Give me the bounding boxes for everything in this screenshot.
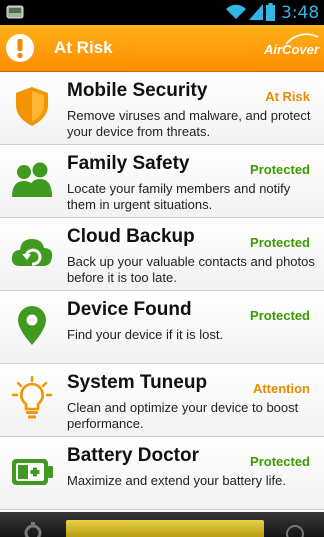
item-title: Cloud Backup <box>67 226 195 247</box>
status-badge: Protected <box>250 235 310 250</box>
list-item-device-found[interactable]: Device Found Find your device if it is l… <box>0 291 324 364</box>
item-description: Back up your valuable contacts and photo… <box>67 254 315 285</box>
status-time: 3:48 <box>281 3 320 23</box>
brand-logo: AirCover <box>264 42 319 57</box>
status-badge: Protected <box>250 162 310 177</box>
status-badge: At Risk <box>265 89 310 104</box>
item-title: System Tuneup <box>67 372 208 393</box>
item-description: Clean and optimize your device to boost … <box>67 400 299 431</box>
help-icon[interactable] <box>284 522 306 537</box>
list-item-cloud-backup[interactable]: Cloud Backup Back up your valuable conta… <box>0 218 324 291</box>
bottom-tab-highlight[interactable] <box>66 520 264 537</box>
location-pin-icon <box>18 306 46 345</box>
lightbulb-icon <box>11 376 53 419</box>
family-icon <box>12 162 52 197</box>
list-item-battery-doctor[interactable]: Battery Doctor Maximize and extend your … <box>0 437 324 510</box>
gear-icon[interactable] <box>22 522 44 537</box>
battery-icon <box>266 3 275 21</box>
list-item-mobile-security[interactable]: Mobile Security Remove viruses and malwa… <box>0 72 324 145</box>
item-title: Mobile Security <box>67 80 208 101</box>
battery-doctor-icon <box>12 459 53 485</box>
item-description: Find your device if it is lost. <box>67 327 224 342</box>
item-title: Battery Doctor <box>67 445 199 466</box>
notification-app-icon <box>6 5 24 19</box>
item-title: Family Safety <box>67 153 190 174</box>
cloud-backup-icon <box>11 239 53 266</box>
status-badge: Protected <box>250 308 310 323</box>
item-title: Device Found <box>67 299 192 320</box>
list-item-system-tuneup[interactable]: System Tuneup Clean and optimize your de… <box>0 364 324 437</box>
page-title: At Risk <box>54 38 113 57</box>
bottom-toolbar <box>0 512 324 537</box>
status-bar: 3:48 <box>0 0 324 25</box>
signal-icon <box>249 4 263 20</box>
item-description: Remove viruses and malware, and protect … <box>67 108 311 139</box>
feature-list: Mobile Security Remove viruses and malwa… <box>0 72 324 512</box>
status-badge: Protected <box>250 454 310 469</box>
item-description: Maximize and extend your battery life. <box>67 473 286 488</box>
shield-icon <box>16 87 48 126</box>
warning-exclamation-icon[interactable] <box>5 33 35 63</box>
item-description: Locate your family members and notify th… <box>67 181 291 212</box>
list-item-family-safety[interactable]: Family Safety Locate your family members… <box>0 145 324 218</box>
wifi-icon <box>226 4 246 19</box>
app-header: At Risk AirCover <box>0 25 324 72</box>
status-badge: Attention <box>252 381 310 396</box>
